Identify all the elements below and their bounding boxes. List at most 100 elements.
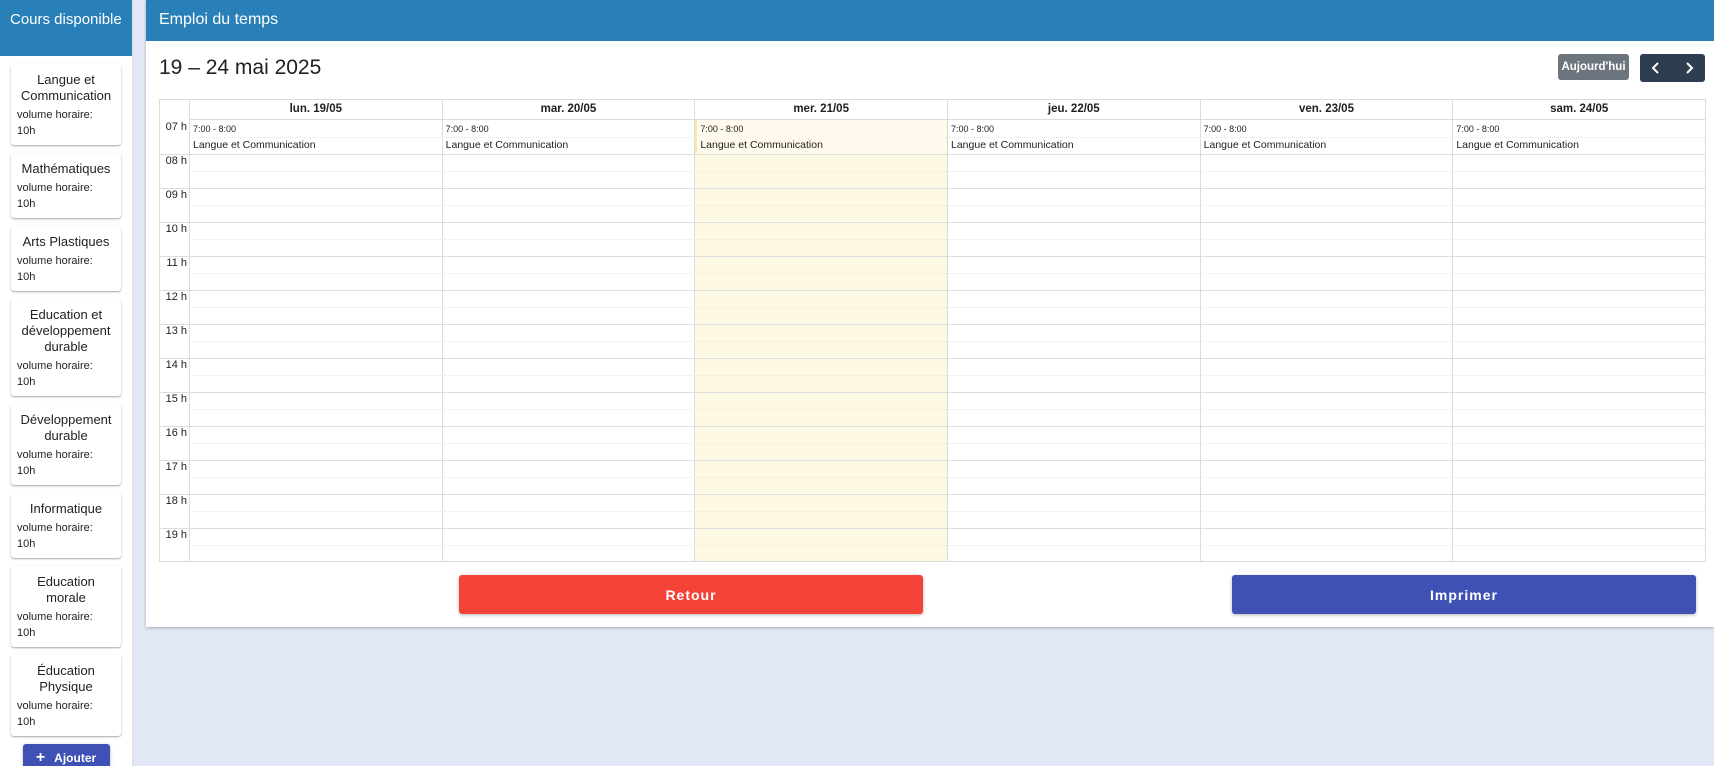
course-card[interactable]: Informatique volume horaire: 10h	[11, 493, 121, 558]
hour-gridline	[160, 188, 1705, 189]
course-name: Éducation Physique	[37, 663, 95, 694]
event-title: Langue et Communication	[1203, 139, 1327, 151]
day-header[interactable]: ven. 23/05	[1199, 100, 1453, 120]
event-title: Langue et Communication	[700, 139, 823, 151]
half-hour-gridline	[189, 443, 1705, 444]
course-volume-value: 10h	[17, 465, 36, 477]
event-title: Langue et Communication	[193, 139, 316, 151]
hour-label: 14 h	[165, 359, 187, 371]
course-name: Langue et Communication	[20, 72, 112, 103]
half-hour-gridline	[189, 205, 1705, 206]
hour-gridline	[160, 392, 1705, 393]
course-name: Développement durable	[20, 412, 112, 443]
course-name: Informatique	[29, 501, 103, 516]
course-volume-label: volume horaire:	[17, 182, 93, 194]
hour-label: 18 h	[165, 495, 187, 507]
half-hour-gridline	[189, 171, 1705, 172]
today-button[interactable]: Aujourd'hui	[1558, 54, 1629, 80]
hour-gridline	[160, 256, 1705, 257]
hour-gridline	[160, 358, 1705, 359]
event-time: 7:00 - 8:00	[193, 124, 237, 134]
course-volume-value: 10h	[17, 198, 36, 210]
next-week-button[interactable]	[1673, 54, 1706, 82]
half-hour-gridline	[189, 477, 1705, 478]
courses-sidebar: Cours disponible Langue et Communication…	[0, 0, 133, 766]
course-volume-label: volume horaire:	[17, 109, 93, 121]
course-volume-label: volume horaire:	[17, 700, 93, 712]
hour-gridline	[160, 222, 1705, 223]
hour-label: 08 h	[165, 155, 187, 167]
course-name: Education et développement durable	[21, 307, 111, 354]
course-volume-value: 10h	[17, 271, 36, 283]
day-header[interactable]: sam. 24/05	[1452, 100, 1705, 120]
course-volume-value: 10h	[17, 125, 36, 137]
hour-label: 19 h	[165, 529, 187, 541]
hour-gridline	[160, 154, 1705, 155]
day-header[interactable]: lun. 19/05	[189, 100, 442, 120]
half-hour-gridline	[189, 545, 1705, 546]
print-button[interactable]: Imprimer	[1232, 575, 1696, 614]
course-volume-label: volume horaire:	[17, 449, 93, 461]
hour-label: 07 h	[165, 121, 187, 133]
course-card[interactable]: Arts Plastiques volume horaire: 10h	[11, 226, 121, 291]
calendar-event[interactable]: 7:00 - 8:00 Langue et Communication	[948, 120, 1199, 153]
hour-gridline	[160, 494, 1705, 495]
event-time: 7:00 - 8:00	[700, 124, 744, 134]
day-header[interactable]: jeu. 22/05	[947, 100, 1200, 120]
event-time: 7:00 - 8:00	[1456, 124, 1500, 134]
event-time: 7:00 - 8:00	[445, 124, 489, 134]
course-volume-value: 10h	[17, 716, 36, 728]
course-name: Mathématiques	[21, 161, 111, 176]
event-time: 7:00 - 8:00	[951, 124, 995, 134]
prev-week-button[interactable]	[1640, 54, 1673, 82]
day-header[interactable]: mer. 21/05	[694, 100, 947, 120]
course-list: Langue et Communication volume horaire: 10…	[0, 56, 132, 736]
course-card[interactable]: Education et développement durable volume…	[11, 299, 121, 396]
event-title: Langue et Communication	[951, 139, 1074, 151]
calendar-event[interactable]: 7:00 - 8:00 Langue et Communication	[695, 120, 946, 153]
course-volume-value: 10h	[17, 627, 36, 639]
course-card[interactable]: Développement durable volume horaire: 10h	[11, 404, 121, 485]
day-header[interactable]: mar. 20/05	[441, 100, 695, 120]
chevron-right-icon	[1686, 62, 1694, 74]
course-volume-label: volume horaire:	[17, 360, 93, 372]
calendar-range-title: 19 – 24 mai 2025	[159, 56, 322, 79]
half-hour-gridline	[189, 307, 1705, 308]
course-volume-label: volume horaire:	[17, 255, 93, 267]
event-title: Langue et Communication	[1456, 139, 1579, 151]
course-volume-value: 10h	[17, 538, 36, 550]
course-card[interactable]: Éducation Physique volume horaire: 10h	[11, 655, 121, 736]
add-course-label: Ajouter	[54, 751, 97, 765]
hour-label: 15 h	[165, 393, 187, 405]
course-card[interactable]: Mathématiques volume horaire: 10h	[11, 153, 121, 218]
half-hour-gridline	[189, 375, 1705, 376]
hour-gridline	[160, 426, 1705, 427]
sidebar-title: Cours disponible	[0, 0, 132, 56]
hour-label: 11 h	[166, 257, 187, 269]
event-title: Langue et Communication	[445, 139, 569, 151]
calendar-event[interactable]: 7:00 - 8:00 Langue et Communication	[1453, 120, 1704, 153]
hour-gridline	[160, 290, 1705, 291]
calendar-event[interactable]: 7:00 - 8:00 Langue et Communication	[190, 120, 441, 153]
panel-title: Emploi du temps	[146, 0, 1714, 41]
course-volume-label: volume horaire:	[17, 611, 93, 623]
plus-icon: +	[35, 749, 46, 766]
hour-label: 17 h	[165, 461, 187, 473]
course-card[interactable]: Langue et Communication volume horaire: 10…	[11, 64, 121, 145]
hour-gridline	[160, 528, 1705, 529]
half-hour-gridline	[189, 409, 1705, 410]
add-course-button[interactable]: + Ajouter	[22, 744, 110, 766]
hour-label: 13 h	[165, 325, 187, 337]
hour-label: 16 h	[165, 427, 187, 439]
hour-label: 12 h	[165, 291, 187, 303]
back-button[interactable]: Retour	[459, 575, 923, 614]
calendar-nav	[1640, 54, 1705, 82]
course-card[interactable]: Education morale volume horaire: 10h	[11, 566, 121, 647]
course-name: Education morale	[37, 574, 95, 605]
chevron-left-icon	[1651, 62, 1659, 74]
half-hour-gridline	[189, 341, 1705, 342]
half-hour-gridline	[189, 273, 1705, 274]
calendar-event[interactable]: 7:00 - 8:00 Langue et Communication	[443, 120, 694, 153]
hour-label: 09 h	[165, 189, 187, 201]
calendar-event[interactable]: 7:00 - 8:00 Langue et Communication	[1201, 120, 1452, 153]
